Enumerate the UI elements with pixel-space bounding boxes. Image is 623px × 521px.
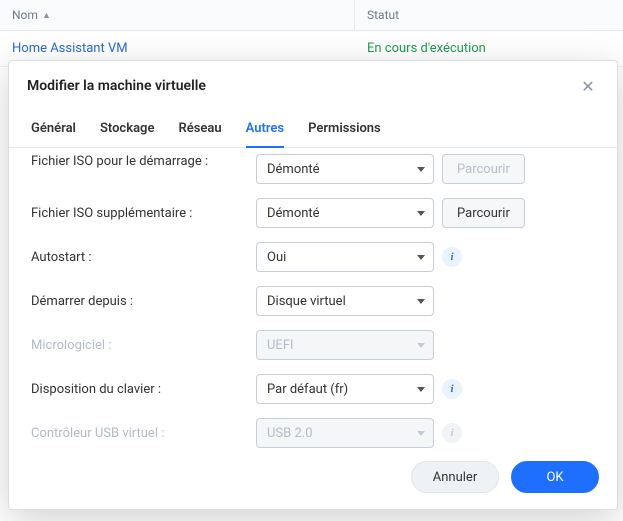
form-scroll-area[interactable]: Fichier ISO pour le démarrage : Démonté … <box>31 148 611 449</box>
row-usb-controller: Contrôleur USB virtuel : USB 2.0 i <box>31 411 595 449</box>
browse-boot-iso-button[interactable]: Parcourir <box>442 154 525 184</box>
tab-general[interactable]: Général <box>31 113 76 148</box>
browse-extra-iso-button[interactable]: Parcourir <box>442 198 525 228</box>
select-autostart[interactable]: Oui <box>256 242 434 272</box>
info-icon[interactable]: i <box>442 247 462 267</box>
label-boot-from: Démarrer depuis : <box>31 294 256 309</box>
close-button[interactable]: ✕ <box>577 75 599 97</box>
row-boot-from: Démarrer depuis : Disque virtuel <box>31 279 595 323</box>
edit-vm-modal: Modifier la machine virtuelle ✕ Général … <box>8 60 618 510</box>
modal-header: Modifier la machine virtuelle ✕ <box>9 61 617 107</box>
col-header-status[interactable]: Statut <box>355 0 411 30</box>
ok-button[interactable]: OK <box>511 461 599 493</box>
label-extra-iso: Fichier ISO supplémentaire : <box>31 206 256 221</box>
row-boot-iso: Fichier ISO pour le démarrage : Démonté … <box>31 152 595 191</box>
select-autostart-value: Oui <box>267 250 286 265</box>
select-usb-controller: USB 2.0 <box>256 418 434 448</box>
row-autostart: Autostart : Oui i <box>31 235 595 279</box>
label-usb-controller: Contrôleur USB virtuel : <box>31 426 256 441</box>
label-autostart: Autostart : <box>31 250 256 265</box>
select-keyboard[interactable]: Par défaut (fr) <box>256 374 434 404</box>
select-firmware-value: UEFI <box>267 338 294 353</box>
vm-table: Nom ▲ Statut Home Assistant VM En cours … <box>0 0 623 67</box>
select-boot-from-value: Disque virtuel <box>267 294 346 309</box>
chevron-down-icon <box>417 431 425 436</box>
sort-asc-icon: ▲ <box>42 10 51 21</box>
select-boot-from[interactable]: Disque virtuel <box>256 286 434 316</box>
cancel-button[interactable]: Annuler <box>411 461 499 493</box>
select-boot-iso-value: Démonté <box>267 162 320 177</box>
select-boot-iso[interactable]: Démonté <box>256 154 434 184</box>
col-name-label: Nom <box>12 8 38 22</box>
tab-network[interactable]: Réseau <box>178 113 221 148</box>
tab-storage[interactable]: Stockage <box>100 113 155 148</box>
row-keyboard: Disposition du clavier : Par défaut (fr)… <box>31 367 595 411</box>
table-header: Nom ▲ Statut <box>0 0 623 31</box>
select-extra-iso[interactable]: Démonté <box>256 198 434 228</box>
select-keyboard-value: Par défaut (fr) <box>267 382 348 397</box>
select-extra-iso-value: Démonté <box>267 206 320 221</box>
label-keyboard: Disposition du clavier : <box>31 382 256 397</box>
modal-tabs: Général Stockage Réseau Autres Permissio… <box>9 107 617 148</box>
label-boot-iso: Fichier ISO pour le démarrage : <box>31 154 256 171</box>
chevron-down-icon <box>417 299 425 304</box>
info-icon: i <box>442 423 462 443</box>
col-header-name[interactable]: Nom ▲ <box>0 0 355 30</box>
row-extra-iso: Fichier ISO supplémentaire : Démonté Par… <box>31 191 595 235</box>
select-usb-controller-value: USB 2.0 <box>267 426 313 441</box>
col-status-label: Statut <box>367 8 399 22</box>
chevron-down-icon <box>417 167 425 172</box>
modal-footer: Annuler OK <box>9 449 617 509</box>
info-icon[interactable]: i <box>442 379 462 399</box>
chevron-down-icon <box>417 211 425 216</box>
modal-title: Modifier la machine virtuelle <box>27 78 206 94</box>
chevron-down-icon <box>417 255 425 260</box>
tab-others[interactable]: Autres <box>246 113 284 148</box>
row-firmware: Micrologiciel : UEFI <box>31 323 595 367</box>
chevron-down-icon <box>417 343 425 348</box>
chevron-down-icon <box>417 387 425 392</box>
modal-body: Fichier ISO pour le démarrage : Démonté … <box>9 148 617 449</box>
label-firmware: Micrologiciel : <box>31 338 256 353</box>
tab-permissions[interactable]: Permissions <box>308 113 381 148</box>
select-firmware: UEFI <box>256 330 434 360</box>
close-icon: ✕ <box>581 77 594 96</box>
